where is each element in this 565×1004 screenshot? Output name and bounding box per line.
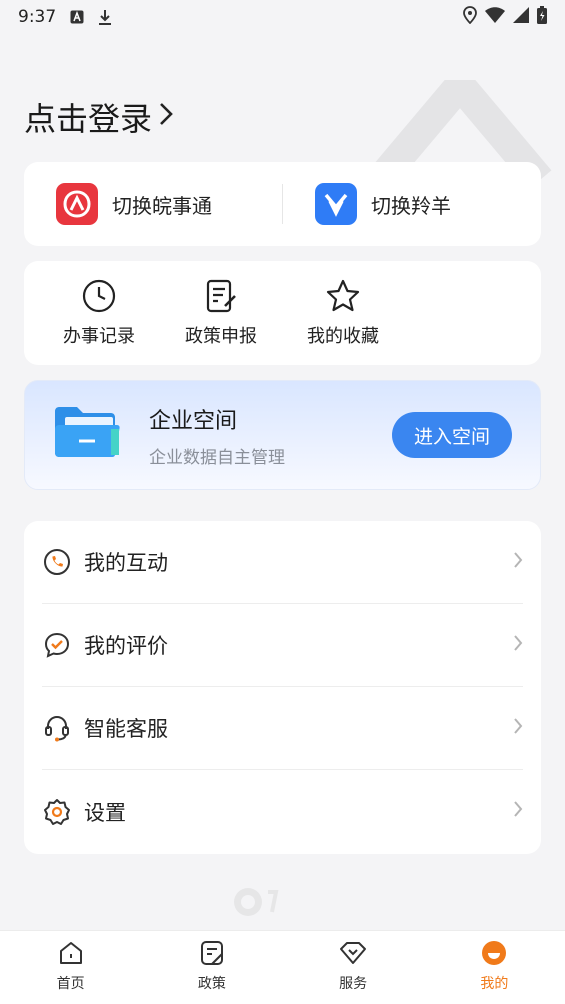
quick-item-label: 我的收藏 xyxy=(307,326,379,347)
menu-item-settings[interactable]: 设置 xyxy=(42,770,523,853)
app-a-icon xyxy=(70,10,84,24)
enter-space-button[interactable]: 进入空间 xyxy=(392,412,512,458)
headset-icon xyxy=(42,713,72,743)
status-time: 9:37 xyxy=(18,7,57,27)
space-title: 企业空间 xyxy=(149,408,238,434)
diamond-icon xyxy=(340,942,367,964)
switch-lingyang-button[interactable]: 切换羚羊 xyxy=(283,183,541,225)
folder-icon xyxy=(53,405,121,465)
home-icon xyxy=(59,942,82,964)
switch-wanshitong-button[interactable]: 切换皖事通 xyxy=(24,183,282,225)
signal-icon xyxy=(513,6,529,28)
comment-check-icon xyxy=(42,630,72,660)
wanshitong-logo-icon xyxy=(56,183,98,225)
tab-label: 首页 xyxy=(56,976,85,992)
chevron-right-icon xyxy=(158,101,174,134)
quick-item-label: 政策申报 xyxy=(185,326,257,347)
menu-item-label: 智能客服 xyxy=(84,717,168,741)
switch-wanshitong-label: 切换皖事通 xyxy=(112,193,212,218)
download-icon xyxy=(98,9,112,25)
tab-label: 政策 xyxy=(197,976,226,992)
quick-item-records[interactable]: 办事记录 xyxy=(38,278,160,348)
policy-icon xyxy=(200,941,223,965)
menu-item-label: 我的评价 xyxy=(84,634,168,658)
star-icon xyxy=(326,279,360,312)
tab-policy[interactable]: 政策 xyxy=(141,931,282,1004)
tab-services[interactable]: 服务 xyxy=(283,931,424,1004)
tab-mine[interactable]: 我的 xyxy=(424,931,565,1004)
battery-icon xyxy=(537,5,547,29)
enterprise-space-card: 企业空间 企业数据自主管理 进入空间 xyxy=(24,380,541,490)
chevron-right-icon xyxy=(513,716,523,741)
menu-item-reviews[interactable]: 我的评价 xyxy=(42,604,523,687)
chevron-right-icon xyxy=(513,633,523,658)
login-link[interactable]: 点击登录 xyxy=(24,94,174,140)
status-bar: 9:37 xyxy=(0,0,565,34)
menu-item-label: 我的互动 xyxy=(84,551,168,575)
quick-item-favorites[interactable]: 我的收藏 xyxy=(282,278,404,348)
document-edit-icon xyxy=(206,279,236,313)
lingyang-logo-icon xyxy=(315,183,357,225)
quick-item-label: 办事记录 xyxy=(63,326,135,347)
gear-icon xyxy=(42,797,72,827)
tab-label: 我的 xyxy=(480,976,509,992)
tab-label: 服务 xyxy=(339,976,368,992)
footer-logo xyxy=(232,884,288,924)
location-icon xyxy=(463,5,477,29)
menu-item-customer-service[interactable]: 智能客服 xyxy=(42,687,523,770)
clock-icon xyxy=(82,279,116,313)
menu-list: 我的互动 我的评价 智能客服 设置 xyxy=(24,521,541,854)
space-subtitle: 企业数据自主管理 xyxy=(149,447,285,468)
chevron-right-icon xyxy=(513,550,523,575)
switch-app-card: 切换皖事通 切换羚羊 xyxy=(24,162,541,246)
bottom-tab-bar: 首页 政策 服务 我的 xyxy=(0,930,565,1004)
phone-icon xyxy=(42,547,72,577)
quick-actions-card: 办事记录 政策申报 我的收藏 xyxy=(24,261,541,365)
quick-item-policy-apply[interactable]: 政策申报 xyxy=(160,278,282,348)
space-text: 企业空间 企业数据自主管理 xyxy=(149,403,285,468)
menu-item-interaction[interactable]: 我的互动 xyxy=(42,521,523,604)
profile-icon xyxy=(482,941,507,965)
menu-item-label: 设置 xyxy=(84,800,126,825)
tab-home[interactable]: 首页 xyxy=(0,931,141,1004)
switch-lingyang-label: 切换羚羊 xyxy=(371,193,451,218)
wifi-icon xyxy=(485,6,505,28)
login-label: 点击登录 xyxy=(24,100,153,138)
chevron-right-icon xyxy=(513,799,523,824)
